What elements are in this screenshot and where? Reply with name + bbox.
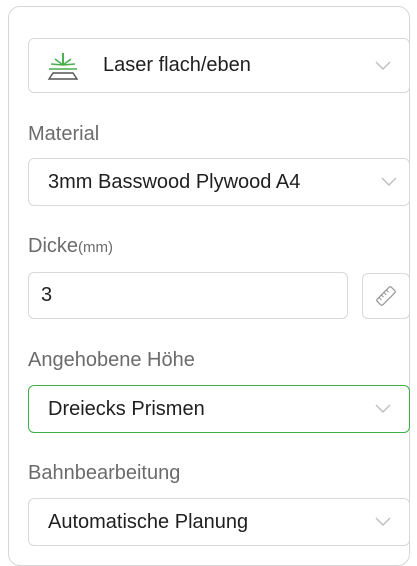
measure-button[interactable] [362,273,410,319]
ruler-icon [376,286,396,306]
settings-panel: Laser flach/eben Material 3mm Basswood P… [8,6,410,566]
path-processing-select[interactable]: Automatische Planung [28,498,410,546]
laser-beam-icon [45,51,81,81]
chevron-down-icon [375,517,391,526]
chevron-down-icon [375,404,391,413]
thickness-value: 3 [41,284,53,306]
material-value: 3mm Basswood Plywood A4 [48,170,301,193]
path-processing-value: Automatische Planung [48,510,249,533]
laser-mode-select[interactable]: Laser flach/eben [28,38,410,93]
thickness-input[interactable]: 3 [28,272,348,319]
thickness-label: Dicke(mm) [28,235,113,258]
material-label: Material [28,123,100,145]
thickness-unit: (mm) [78,239,113,256]
raised-height-value: Dreiecks Prismen [48,397,205,420]
material-select[interactable]: 3mm Basswood Plywood A4 [28,158,410,206]
raised-height-select[interactable]: Dreiecks Prismen [28,385,410,433]
chevron-down-icon [375,61,391,70]
laser-mode-value: Laser flach/eben [103,54,251,76]
chevron-down-icon [381,177,397,186]
raised-height-label: Angehobene Höhe [28,349,195,371]
thickness-label-text: Dicke [28,235,79,257]
path-processing-label: Bahnbearbeitung [28,462,181,484]
